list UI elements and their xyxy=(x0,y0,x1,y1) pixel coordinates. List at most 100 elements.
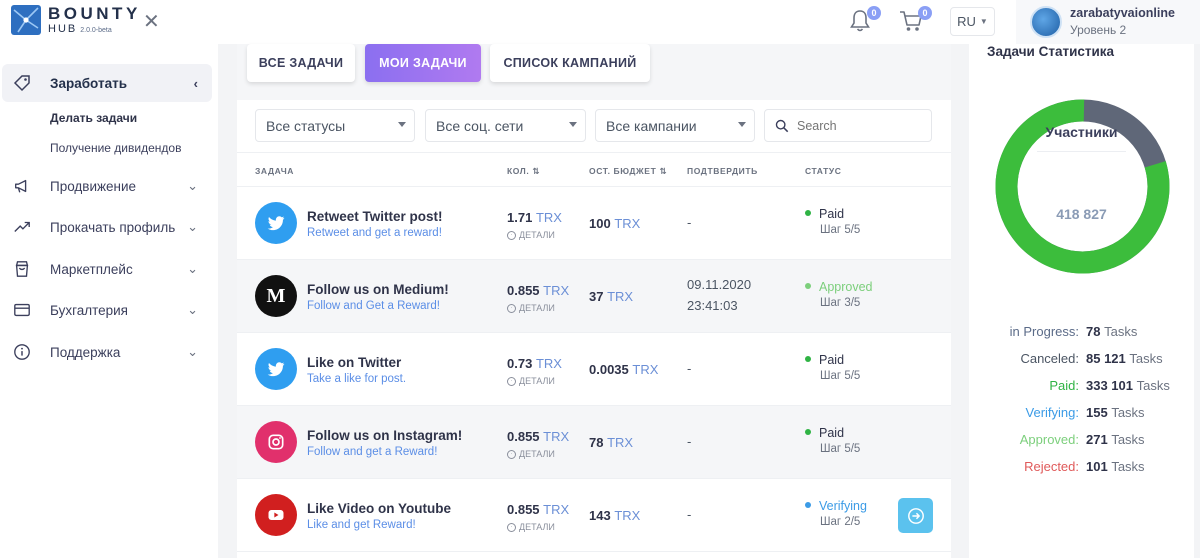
stat-label: Rejected: xyxy=(1024,459,1079,474)
stat-value: 155 Tasks xyxy=(1086,405,1145,420)
open-task-button[interactable] xyxy=(898,498,933,533)
col-qty-label: КОЛ. xyxy=(507,166,530,176)
budget-currency: TRX xyxy=(607,435,634,450)
task-title[interactable]: Like on Twitter xyxy=(307,355,401,370)
language-select[interactable]: RU ▼ xyxy=(950,7,995,36)
qty-currency: TRX xyxy=(535,356,562,371)
twitter-icon xyxy=(255,202,297,244)
clock-icon: · xyxy=(507,376,516,386)
table-header: ЗАДАЧА КОЛ. ⇅ ОСТ. БЮДЖЕТ ⇅ ПОДТВЕРДИТЬ … xyxy=(237,152,951,187)
stat-unit: Tasks xyxy=(1129,351,1163,366)
col-qty[interactable]: КОЛ. ⇅ xyxy=(507,166,540,177)
details-link[interactable]: · ДЕТАЛИ xyxy=(507,522,555,532)
task-quantity: 0.855 TRX xyxy=(507,283,569,298)
task-title[interactable]: Follow us on Medium! xyxy=(307,282,449,297)
caret-down-icon xyxy=(398,122,406,127)
submenu-do-tasks[interactable]: Делать задачи xyxy=(50,111,137,125)
tab-campaign-list[interactable]: СПИСОК КАМПАНИЙ xyxy=(490,44,650,82)
col-task: ЗАДАЧА xyxy=(255,166,295,176)
stat-label: Canceled: xyxy=(1020,351,1079,366)
trending-up-icon xyxy=(12,217,32,237)
details-link[interactable]: · ДЕТАЛИ xyxy=(507,230,555,240)
clock-icon: · xyxy=(507,522,516,532)
tab-all-tasks[interactable]: ВСЕ ЗАДАЧИ xyxy=(247,44,355,82)
status-dot xyxy=(805,209,811,216)
table-row[interactable]: Like Video on Youtube Like and get Reward… xyxy=(237,479,951,552)
stat-label: Paid: xyxy=(1049,378,1079,393)
task-title[interactable]: Like Video on Youtube xyxy=(307,501,451,516)
qty-value: 0.855 xyxy=(507,429,540,444)
budget-value: 37 xyxy=(589,289,604,304)
budget-currency: TRX xyxy=(607,289,634,304)
campaign-filter-value: Все кампании xyxy=(606,117,697,134)
confirm-date: - xyxy=(687,507,692,522)
confirm-time: 23:41:03 xyxy=(687,298,738,313)
col-budget[interactable]: ОСТ. БЮДЖЕТ ⇅ xyxy=(589,166,667,177)
search-input[interactable] xyxy=(797,118,917,133)
col-budget-label: ОСТ. БЮДЖЕТ xyxy=(589,166,657,176)
confirm-date: - xyxy=(687,361,692,376)
sidebar-item-support[interactable]: Поддержка ⌄ xyxy=(2,337,212,367)
details-link[interactable]: · ДЕТАЛИ xyxy=(507,303,555,313)
stat-value: 333 101 Tasks xyxy=(1086,378,1170,393)
user-menu[interactable]: zarabatyvaionline Уровень 2 xyxy=(1016,0,1200,44)
stat-value: 271 Tasks xyxy=(1086,432,1145,447)
clock-icon: · xyxy=(507,230,516,240)
table-row[interactable]: M Follow us on Medium! Follow and Get a Re… xyxy=(237,260,951,333)
campaign-filter[interactable]: Все кампании xyxy=(595,109,755,142)
budget-value: 143 xyxy=(589,508,611,523)
qty-value: 0.73 xyxy=(507,356,533,371)
tabs-bar: ВСЕ ЗАДАЧИ МОИ ЗАДАЧИ СПИСОК КАМПАНИЙ xyxy=(237,44,951,100)
instagram-icon xyxy=(255,421,297,463)
logo-hub-text: HUB xyxy=(48,23,78,35)
stat-value: 101 Tasks xyxy=(1086,459,1145,474)
sidebar-item-marketplace[interactable]: Маркетплейс ⌄ xyxy=(2,254,212,284)
status-dot xyxy=(805,355,811,362)
stats-panel: Задачи Статистика Участники 418 827 in P… xyxy=(969,44,1194,558)
tab-my-tasks[interactable]: МОИ ЗАДАЧИ xyxy=(365,44,481,82)
confirm-date: - xyxy=(687,215,692,230)
cart-button[interactable]: 0 xyxy=(898,6,932,34)
task-quantity: 0.855 TRX xyxy=(507,429,569,444)
table-row[interactable]: Retweet Twitter post! Retweet and get a r… xyxy=(237,187,951,260)
status-cell: Approved Шаг 3/5 xyxy=(805,280,873,310)
details-link[interactable]: · ДЕТАЛИ xyxy=(507,376,555,386)
details-label: ДЕТАЛИ xyxy=(519,303,555,313)
details-link[interactable]: · ДЕТАЛИ xyxy=(507,449,555,459)
table-row[interactable]: Like on Twitter Take a like for post. 0.73… xyxy=(237,333,951,406)
sidebar-item-promotion[interactable]: Продвижение ⌄ xyxy=(2,171,212,201)
sidebar-item-boost-profile[interactable]: Прокачать профиль ⌄ xyxy=(2,212,212,242)
notifications-button[interactable]: 0 xyxy=(847,6,881,34)
social-filter-value: Все соц. сети xyxy=(436,117,524,134)
search-box[interactable] xyxy=(764,109,932,142)
task-title[interactable]: Follow us on Instagram! xyxy=(307,428,462,443)
task-quantity: 1.71 TRX xyxy=(507,210,562,225)
cart-badge: 0 xyxy=(918,6,932,20)
sidebar-item-label: Заработать xyxy=(50,75,127,91)
chevron-down-icon: ▼ xyxy=(979,17,988,26)
confirm-cell: - xyxy=(687,504,691,525)
details-label: ДЕТАЛИ xyxy=(519,230,555,240)
status-step: Шаг 5/5 xyxy=(820,442,861,455)
stat-number: 333 101 xyxy=(1086,378,1133,393)
submenu-dividends[interactable]: Получение дивидендов xyxy=(50,141,181,155)
confirm-date: 09.11.2020 xyxy=(687,277,752,292)
status-filter[interactable]: Все статусы xyxy=(255,109,415,142)
notifications-badge: 0 xyxy=(867,6,881,20)
table-row[interactable]: Follow us on Instagram! Follow and get a … xyxy=(237,406,951,479)
status-step: Шаг 2/5 xyxy=(820,515,861,528)
sidebar-item-earn[interactable]: Заработать ‹ xyxy=(2,64,212,102)
donut-divider xyxy=(1037,151,1126,152)
sidebar-item-label: Маркетплейс xyxy=(50,261,133,277)
col-status: СТАТУС xyxy=(805,166,842,176)
user-level: Уровень 2 xyxy=(1070,23,1127,38)
close-sidebar-icon[interactable]: ✕ xyxy=(143,9,160,34)
confirm-date: - xyxy=(687,434,692,449)
sidebar-item-accounting[interactable]: Бухгалтерия ⌄ xyxy=(2,295,212,325)
search-icon xyxy=(775,119,789,132)
task-title[interactable]: Retweet Twitter post! xyxy=(307,209,443,224)
bountyhub-logo[interactable]: BOUNTY HUB 2.0.0-beta xyxy=(10,4,141,36)
sidebar: Заработать ‹ Делать задачи Получение див… xyxy=(0,44,218,558)
social-filter[interactable]: Все соц. сети xyxy=(425,109,586,142)
confirm-cell: - xyxy=(687,358,691,379)
